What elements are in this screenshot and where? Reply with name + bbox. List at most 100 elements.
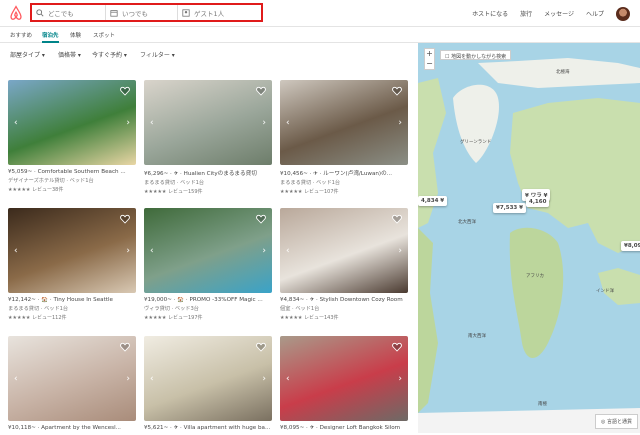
tab-experiences[interactable]: 体験 <box>70 31 81 39</box>
listing-title[interactable]: ¥10,456~ · ✈ · ルーワン(卢湾/Luwan)の... <box>280 169 408 177</box>
world-map <box>418 43 640 433</box>
listing-card[interactable]: ‹ › ¥8,095~ · ✈ · Designer Loft Bangkok Si… <box>280 336 408 435</box>
tab-stays[interactable]: 宿泊先 <box>42 31 59 43</box>
chevron-right-icon[interactable]: › <box>126 374 130 384</box>
heart-icon[interactable] <box>392 214 402 224</box>
heart-icon[interactable] <box>256 214 266 224</box>
chevron-left-icon[interactable]: ‹ <box>14 374 18 384</box>
zoom-control[interactable]: + − <box>424 48 435 70</box>
filter-room-type[interactable]: 部屋タイプ ▾ <box>10 50 45 59</box>
chevron-right-icon[interactable]: › <box>262 118 266 128</box>
listing-title[interactable]: ¥10,118~ · Apartment by the Wencesl... <box>8 425 136 431</box>
chevron-left-icon[interactable]: ‹ <box>14 118 18 128</box>
chevron-left-icon[interactable]: ‹ <box>286 118 290 128</box>
help-link[interactable]: ヘルプ <box>586 9 604 18</box>
travel-link[interactable]: 旅行 <box>520 9 532 18</box>
listing-photo[interactable]: ‹ › <box>144 208 272 293</box>
listing-card[interactable]: ‹ › ¥5,059~ · Comfortable Southern Beach .… <box>8 80 136 193</box>
filter-instant-book[interactable]: 今すぐ予約 ▾ <box>92 50 127 59</box>
chevron-left-icon[interactable]: ‹ <box>150 118 154 128</box>
listing-photo[interactable]: ‹ › <box>280 336 408 421</box>
listing-photo[interactable]: ‹ › <box>8 208 136 293</box>
chevron-right-icon[interactable]: › <box>262 246 266 256</box>
listing-subtitle: ヴィラ貸切 · ベッド3台 <box>144 306 199 312</box>
guests-field[interactable]: ゲスト1人 <box>178 5 261 20</box>
heart-icon[interactable] <box>120 342 130 352</box>
listing-photo[interactable]: ‹ › <box>280 208 408 293</box>
listing-title[interactable]: ¥19,000~ · 🏠 · PROMO -33%OFF Magic ... <box>144 297 272 303</box>
chevron-right-icon[interactable]: › <box>398 246 402 256</box>
become-host-link[interactable]: ホストになる <box>472 9 508 18</box>
map-label-s-atlantic: 南大西洋 <box>468 334 486 339</box>
map-price-pin[interactable]: ¥7,533 ¥ <box>493 203 526 213</box>
listing-rating: ★★★★★ レビュー112件 <box>8 315 67 321</box>
top-nav: ホストになる 旅行 メッセージ ヘルプ <box>472 0 640 27</box>
listing-card[interactable]: ‹ › ¥4,834~ · ✈ · Stylish Downtown Cozy Ro… <box>280 208 408 321</box>
listing-title[interactable]: ¥12,142~ · 🏠 · Tiny House In Seattle <box>8 297 136 303</box>
listing-photo[interactable]: ‹ › <box>8 80 136 165</box>
chevron-right-icon[interactable]: › <box>398 118 402 128</box>
airbnb-logo-icon[interactable] <box>8 5 24 21</box>
listing-grid: ‹ › ¥5,059~ · Comfortable Southern Beach .… <box>8 80 410 433</box>
map-label-indian: インド洋 <box>596 289 614 294</box>
listing-photo[interactable]: ‹ › <box>144 80 272 165</box>
listing-card[interactable]: ‹ › ¥6,296~ · ✈ · Hualien Cityのまるまる貸切 まるまる貸… <box>144 80 272 195</box>
listing-subtitle: 個室 · ベッド1台 <box>280 306 320 312</box>
map-price-pin[interactable]: 4,834 ¥ <box>418 196 448 206</box>
heart-icon[interactable] <box>392 342 402 352</box>
filter-more[interactable]: フィルター ▾ <box>140 50 175 59</box>
heart-icon[interactable] <box>120 86 130 96</box>
chevron-left-icon[interactable]: ‹ <box>286 374 290 384</box>
search-icon <box>36 8 44 17</box>
messages-link[interactable]: メッセージ <box>544 9 574 18</box>
search-bar[interactable]: どこでも いつでも ゲスト1人 <box>30 3 263 22</box>
map-label-greenland: グリーンランド <box>460 140 492 145</box>
language-currency-label: 言語と通貨 <box>606 419 632 425</box>
listing-title[interactable]: ¥6,296~ · ✈ · Hualien Cityのまるまる貸切 <box>144 169 272 177</box>
zoom-out-button[interactable]: − <box>425 59 434 69</box>
avatar[interactable] <box>616 6 630 21</box>
map-price-pin[interactable]: 4,160 <box>526 197 550 207</box>
listing-rating: ★★★★★ レビュー38件 <box>8 187 64 193</box>
chevron-left-icon[interactable]: ‹ <box>14 246 18 256</box>
heart-icon[interactable] <box>120 214 130 224</box>
move-map-search-label: 地図を動かしながら検索 <box>451 54 507 60</box>
listing-card[interactable]: ‹ › ¥12,142~ · 🏠 · Tiny House In Seattle まる… <box>8 208 136 321</box>
listing-card[interactable]: ‹ › ¥10,118~ · Apartment by the Wencesl... <box>8 336 136 435</box>
tab-spots[interactable]: スポット <box>93 31 115 39</box>
listing-card[interactable]: ‹ › ¥10,456~ · ✈ · ルーワン(卢湾/Luwan)の... まるまる貸… <box>280 80 408 195</box>
heart-icon[interactable] <box>256 342 266 352</box>
listing-photo[interactable]: ‹ › <box>280 80 408 165</box>
listing-photo[interactable]: ‹ › <box>144 336 272 421</box>
chevron-right-icon[interactable]: › <box>398 374 402 384</box>
listing-card[interactable]: ‹ › ¥19,000~ · 🏠 · PROMO -33%OFF Magic ...… <box>144 208 272 321</box>
listing-title[interactable]: ¥5,059~ · Comfortable Southern Beach ... <box>8 169 136 175</box>
heart-icon[interactable] <box>256 86 266 96</box>
chevron-right-icon[interactable]: › <box>262 374 266 384</box>
listing-subtitle: まるまる貸切 · ベッド1台 <box>8 306 69 312</box>
where-field[interactable]: どこでも <box>32 5 106 20</box>
move-map-search-checkbox[interactable]: ☐ 地図を動かしながら検索 <box>440 50 512 60</box>
map-price-pin[interactable]: ¥8,09 <box>621 241 640 251</box>
listing-photo[interactable]: ‹ › <box>8 336 136 421</box>
listing-card[interactable]: ‹ › ¥5,621~ · ✈ · Villa apartment with hug… <box>144 336 272 435</box>
map[interactable]: + − ☐ 地図を動かしながら検索 北極海 グリーンランド 北大西洋 アフリカ … <box>418 43 640 433</box>
chevron-left-icon[interactable]: ‹ <box>286 246 290 256</box>
chevron-left-icon[interactable]: ‹ <box>150 246 154 256</box>
tab-recommended[interactable]: おすすめ <box>10 31 32 39</box>
chevron-right-icon[interactable]: › <box>126 118 130 128</box>
heart-icon[interactable] <box>392 86 402 96</box>
language-currency-button[interactable]: ◎ 言語と通貨 <box>595 414 638 429</box>
chevron-left-icon[interactable]: ‹ <box>150 374 154 384</box>
listing-title[interactable]: ¥8,095~ · ✈ · Designer Loft Bangkok Silo… <box>280 425 408 431</box>
chevron-right-icon[interactable]: › <box>126 246 130 256</box>
filter-price[interactable]: 価格帯 ▾ <box>58 50 81 59</box>
zoom-in-button[interactable]: + <box>425 49 434 59</box>
listing-title[interactable]: ¥4,834~ · ✈ · Stylish Downtown Cozy Room <box>280 297 408 303</box>
when-field[interactable]: いつでも <box>106 5 178 20</box>
calendar-icon <box>110 9 118 17</box>
listing-title[interactable]: ¥5,621~ · ✈ · Villa apartment with huge … <box>144 425 272 431</box>
header: どこでも いつでも ゲスト1人 ホストになる 旅行 メッセージ ヘルプ <box>0 0 640 27</box>
map-label-arctic: 北極海 <box>556 70 570 75</box>
guests-icon <box>182 8 190 17</box>
